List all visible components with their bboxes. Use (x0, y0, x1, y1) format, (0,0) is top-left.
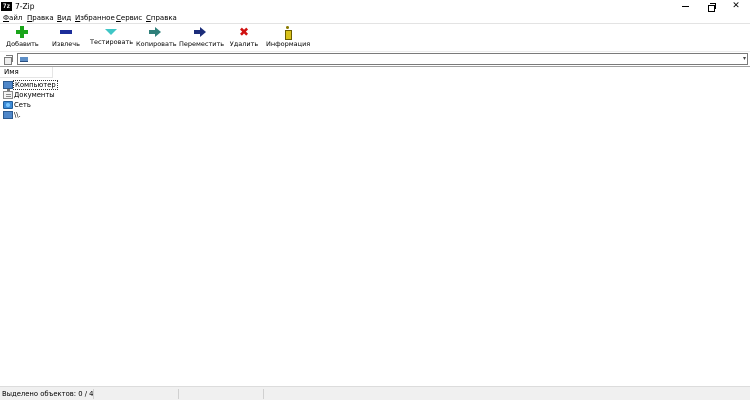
menu-tools[interactable]: Сервис (116, 14, 142, 23)
menu-edit[interactable]: Правка (27, 14, 54, 23)
title-bar: 7z 7-Zip ✕ (0, 0, 750, 13)
copy-icon (149, 26, 161, 38)
test-button[interactable]: Тестировать (90, 26, 134, 50)
info-icon (282, 26, 294, 40)
computer-icon (20, 57, 28, 62)
close-button[interactable]: ✕ (724, 0, 748, 13)
extract-button[interactable]: Извлечь (50, 26, 82, 50)
file-list[interactable]: Имя Компьютер Документы Сеть \\. (0, 66, 750, 386)
toolbar: Добавить Извлечь Тестировать Копировать … (0, 24, 750, 52)
network-icon (3, 101, 13, 109)
delete-button-label: Удалить (229, 40, 259, 48)
extract-icon (60, 26, 72, 38)
add-icon (16, 26, 28, 38)
computer-icon (3, 81, 13, 91)
documents-icon (3, 91, 13, 99)
list-item-label: \\. (14, 111, 21, 119)
test-icon (105, 29, 117, 35)
move-button-label: Переместить (179, 40, 225, 48)
window-title: 7-Zip (15, 2, 35, 11)
status-divider (178, 389, 179, 399)
copy-button-label: Копировать (136, 40, 177, 48)
list-item[interactable]: Документы (2, 90, 62, 100)
extract-button-label: Извлечь (52, 40, 80, 48)
path-combobox[interactable]: ▾ (17, 53, 748, 65)
info-button-label: Информация (266, 40, 311, 48)
menu-view[interactable]: Вид (57, 14, 71, 23)
minimize-icon (681, 6, 689, 7)
status-divider (263, 389, 264, 399)
move-button[interactable]: Переместить (179, 26, 225, 50)
status-selection-count: Выделено объектов: 0 / 4 (2, 390, 94, 398)
chevron-down-icon[interactable]: ▾ (743, 54, 746, 64)
delete-button[interactable]: ✖ Удалить (229, 26, 259, 50)
menu-bar: Файл Правка Вид Избранное Сервис Справка (0, 13, 750, 24)
add-button[interactable]: Добавить (6, 26, 39, 50)
restore-icon (707, 3, 716, 12)
app-icon: 7z (1, 2, 12, 11)
info-button[interactable]: Информация (266, 26, 310, 50)
move-icon (194, 26, 206, 38)
column-header-label: Имя (4, 68, 19, 76)
delete-icon: ✖ (238, 25, 250, 39)
folder-up-button[interactable] (3, 55, 13, 65)
address-bar: ▾ (0, 52, 750, 66)
status-bar: Выделено объектов: 0 / 4 (0, 386, 750, 400)
list-item[interactable]: Сеть (2, 100, 42, 110)
list-item-label: Документы (14, 91, 55, 99)
close-icon: ✕ (732, 1, 740, 11)
list-item[interactable]: Компьютер (2, 80, 62, 91)
menu-file[interactable]: Файл (3, 14, 22, 23)
restore-button[interactable] (699, 0, 723, 13)
copy-button[interactable]: Копировать (136, 26, 177, 50)
add-button-label: Добавить (6, 40, 39, 48)
minimize-button[interactable] (673, 0, 697, 13)
test-button-label: Тестировать (90, 38, 134, 46)
list-item-label: Сеть (14, 101, 31, 109)
column-header-name[interactable]: Имя (0, 67, 53, 78)
menu-favorites[interactable]: Избранное (75, 14, 115, 23)
menu-help[interactable]: Справка (146, 14, 177, 23)
list-item-label: Компьютер (13, 80, 58, 90)
network-computer-icon (3, 111, 13, 119)
list-item[interactable]: \\. (2, 110, 32, 120)
status-divider (93, 389, 94, 399)
